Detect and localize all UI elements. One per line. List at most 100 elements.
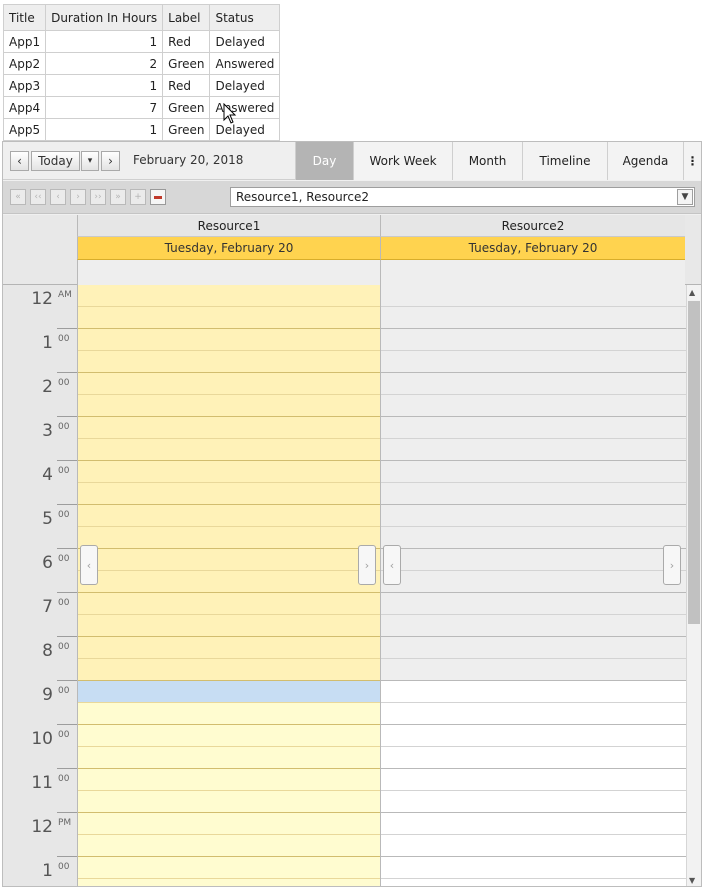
resize-handle-right-icon[interactable]: › xyxy=(663,545,681,585)
time-cell[interactable] xyxy=(78,791,380,813)
remove-resource-button[interactable] xyxy=(150,189,166,205)
column-header-duration[interactable]: Duration In Hours xyxy=(45,4,164,31)
cell-duration[interactable]: 1 xyxy=(45,118,164,141)
table-row[interactable]: App5 1 Green Delayed xyxy=(2,118,281,141)
time-cell[interactable] xyxy=(381,593,686,615)
all-day-area-2[interactable] xyxy=(380,260,685,285)
time-cell[interactable] xyxy=(381,527,686,549)
tab-day[interactable]: Day xyxy=(295,142,353,180)
resource-selector[interactable]: Resource1, Resource2 ▼ xyxy=(230,187,695,207)
scroll-down-icon[interactable]: ▼ xyxy=(689,876,695,885)
time-cell[interactable] xyxy=(78,659,380,681)
time-cell[interactable] xyxy=(381,439,686,461)
time-cell[interactable] xyxy=(78,483,380,505)
time-cell[interactable] xyxy=(381,659,686,681)
cell-status[interactable]: Delayed xyxy=(209,74,281,97)
scrollbar-thumb[interactable] xyxy=(688,301,700,624)
time-cell[interactable] xyxy=(78,681,380,703)
time-cell[interactable] xyxy=(78,835,380,857)
add-resource-button[interactable]: + xyxy=(130,189,146,205)
time-cell[interactable] xyxy=(78,285,380,307)
time-cell[interactable] xyxy=(78,351,380,373)
time-cell[interactable] xyxy=(78,307,380,329)
prev-resource-button[interactable]: ‹ xyxy=(50,189,66,205)
date-dropdown-button[interactable]: ▾ xyxy=(81,151,99,171)
time-cell[interactable] xyxy=(381,857,686,879)
time-cell[interactable] xyxy=(78,857,380,879)
table-row[interactable]: App2 2 Green Answered xyxy=(2,52,281,75)
cell-duration[interactable]: 1 xyxy=(45,30,164,53)
vertical-scrollbar[interactable]: ▲ ▼ xyxy=(686,285,701,886)
time-cell[interactable] xyxy=(78,395,380,417)
time-cell[interactable] xyxy=(78,439,380,461)
time-cell[interactable] xyxy=(381,747,686,769)
tab-timeline[interactable]: Timeline xyxy=(522,142,607,180)
table-row[interactable]: App3 1 Red Delayed xyxy=(2,74,281,97)
resize-handle-left-icon[interactable]: ‹ xyxy=(80,545,98,585)
time-cell[interactable] xyxy=(381,417,686,439)
time-cell[interactable] xyxy=(381,791,686,813)
tab-agenda[interactable]: Agenda xyxy=(607,142,683,180)
time-cell[interactable] xyxy=(78,637,380,659)
time-cell[interactable] xyxy=(78,769,380,791)
today-button[interactable]: Today xyxy=(31,151,80,171)
time-cell[interactable] xyxy=(381,505,686,527)
scroll-up-icon[interactable]: ▲ xyxy=(689,288,695,297)
time-cell[interactable] xyxy=(381,373,686,395)
cell-duration[interactable]: 7 xyxy=(45,96,164,119)
time-cell[interactable] xyxy=(78,571,380,593)
time-cell[interactable] xyxy=(78,549,380,571)
cell-label[interactable]: Green xyxy=(162,96,211,119)
cell-status[interactable]: Delayed xyxy=(209,118,281,141)
time-cell[interactable] xyxy=(78,879,380,886)
column-header-title[interactable]: Title xyxy=(2,4,47,31)
time-cell[interactable] xyxy=(381,285,686,307)
time-cell[interactable] xyxy=(381,813,686,835)
column-header-label[interactable]: Label xyxy=(162,4,211,31)
tab-work-week[interactable]: Work Week xyxy=(353,142,452,180)
time-cell[interactable] xyxy=(381,703,686,725)
prev-button[interactable]: ‹ xyxy=(10,151,29,171)
time-cell[interactable] xyxy=(381,461,686,483)
cell-status[interactable]: Answered xyxy=(209,96,281,119)
resize-handle-right-icon[interactable]: › xyxy=(358,545,376,585)
cell-label[interactable]: Green xyxy=(162,52,211,75)
time-cell[interactable] xyxy=(78,593,380,615)
resize-handle-left-icon[interactable]: ‹ xyxy=(383,545,401,585)
time-cell[interactable] xyxy=(78,461,380,483)
time-cell[interactable] xyxy=(381,681,686,703)
cell-status[interactable]: Answered xyxy=(209,52,281,75)
time-cell[interactable] xyxy=(78,505,380,527)
next-page-resource-button[interactable]: ›› xyxy=(90,189,106,205)
time-cell[interactable] xyxy=(78,813,380,835)
cell-title[interactable]: App4 xyxy=(2,96,47,119)
last-resource-button[interactable]: » xyxy=(110,189,126,205)
next-button[interactable]: › xyxy=(101,151,120,171)
cell-label[interactable]: Green xyxy=(162,118,211,141)
time-cell[interactable] xyxy=(381,483,686,505)
time-cell[interactable] xyxy=(381,329,686,351)
prev-page-resource-button[interactable]: ‹‹ xyxy=(30,189,46,205)
cell-title[interactable]: App5 xyxy=(2,118,47,141)
column-header-status[interactable]: Status xyxy=(209,4,281,31)
time-cell[interactable] xyxy=(78,747,380,769)
time-cell[interactable] xyxy=(78,373,380,395)
day-header-1[interactable]: Tuesday, February 20 xyxy=(77,237,380,260)
time-cell[interactable] xyxy=(78,527,380,549)
time-cell[interactable] xyxy=(381,879,686,886)
table-row[interactable]: App1 1 Red Delayed xyxy=(2,30,281,53)
time-cell[interactable] xyxy=(381,725,686,747)
time-cell[interactable] xyxy=(381,549,686,571)
next-resource-button[interactable]: › xyxy=(70,189,86,205)
time-cell[interactable] xyxy=(381,395,686,417)
time-cell[interactable] xyxy=(381,769,686,791)
cell-title[interactable]: App2 xyxy=(2,52,47,75)
time-cell[interactable] xyxy=(78,329,380,351)
cell-duration[interactable]: 2 xyxy=(45,52,164,75)
first-resource-button[interactable]: « xyxy=(10,189,26,205)
time-cell[interactable] xyxy=(381,615,686,637)
time-cell[interactable] xyxy=(381,351,686,373)
time-cell[interactable] xyxy=(381,835,686,857)
time-cell[interactable] xyxy=(78,703,380,725)
cell-title[interactable]: App3 xyxy=(2,74,47,97)
